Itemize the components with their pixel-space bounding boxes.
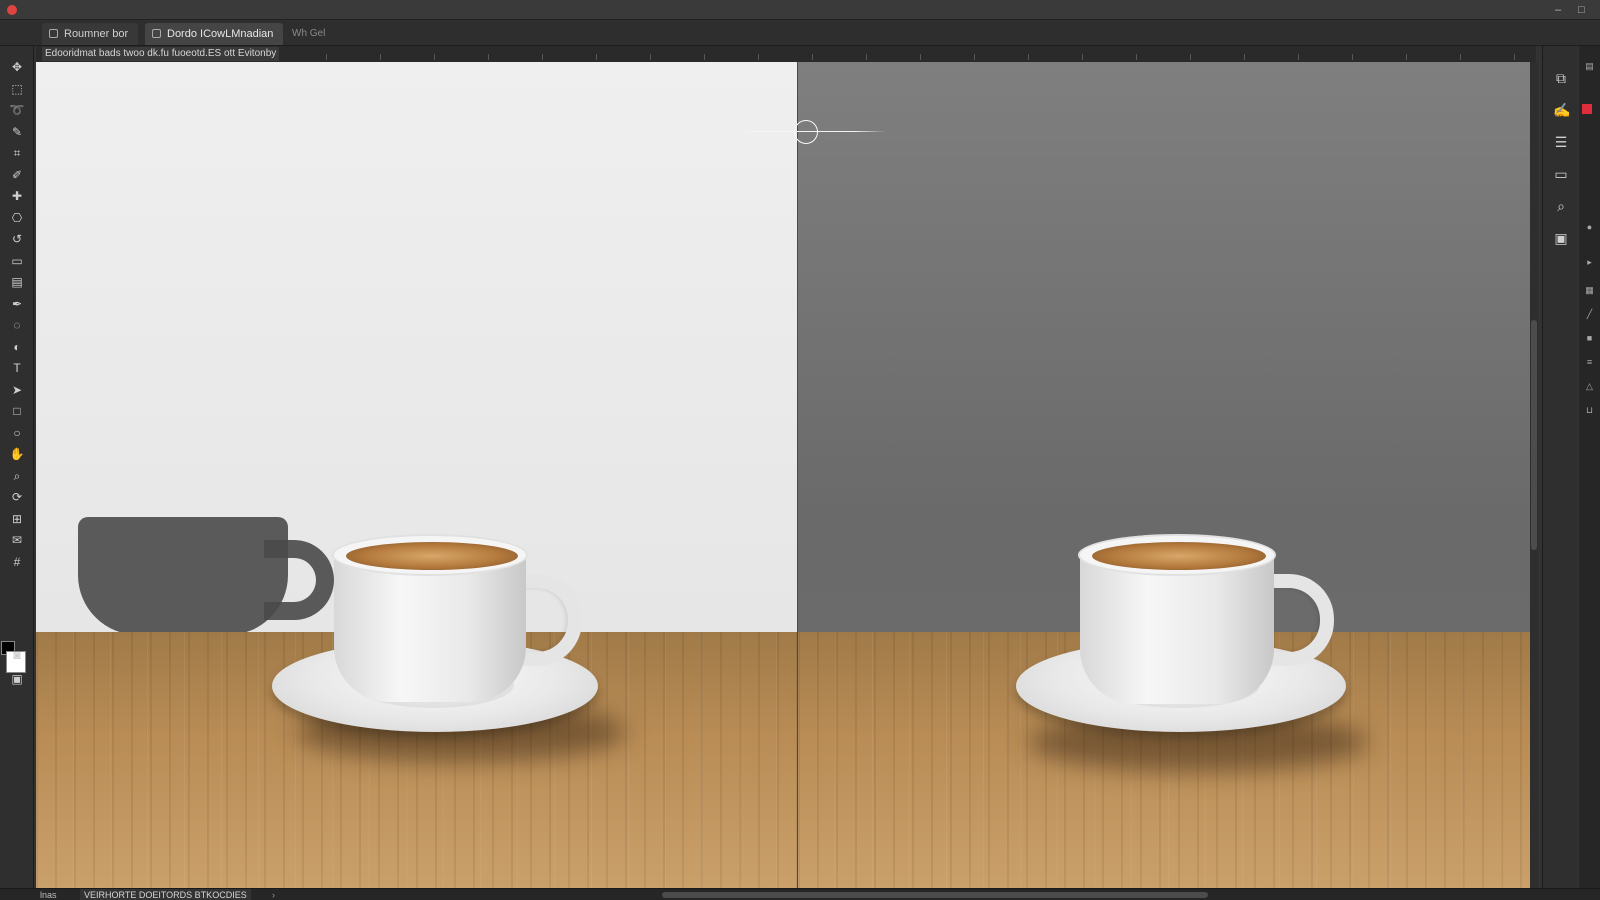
cup-wall-shadow	[78, 517, 288, 635]
close-window-button[interactable]	[7, 5, 17, 15]
shape-icon[interactable]: □	[9, 404, 25, 418]
rotate-icon[interactable]: ⟳	[9, 490, 25, 504]
lasso-icon[interactable]: ➰	[9, 103, 25, 117]
canvas-before-pane	[36, 62, 797, 888]
canvas-after-pane	[798, 62, 1530, 888]
color-swatch-icon[interactable]	[1582, 104, 1592, 114]
frame-icon[interactable]: ⊞	[9, 512, 25, 526]
layers-icon[interactable]: ⧉	[1553, 70, 1569, 86]
quick-mask-icon[interactable]: ◙	[9, 648, 25, 662]
ellipse-icon[interactable]: ○	[9, 426, 25, 440]
right-panel-dock: ⧉ ✍ ☰ ▭ ⌕ ▣	[1542, 46, 1578, 888]
history-brush-icon[interactable]: ↺	[9, 232, 25, 246]
horizontal-ruler	[326, 54, 1526, 60]
grid-icon[interactable]: ▦	[1583, 284, 1596, 296]
tools-panel: ✥ ⬚ ➰ ✎ ⌗ ✐ ✚ ⎔ ↺ ▭ ▤ ✒ ◌ ◐ T ➤ □ ○ ✋ ⌕ ⟳ ⊞ ✉ # ◙ ▣	[0, 46, 34, 888]
document-icon	[49, 29, 58, 38]
crosshair-cursor	[794, 120, 818, 144]
document-icon	[152, 29, 161, 38]
tab-extra-label[interactable]: Wh Gel	[292, 23, 325, 45]
pen-icon[interactable]: ╱	[1583, 308, 1596, 320]
adjustments-icon[interactable]: ▭	[1553, 166, 1569, 182]
vertical-scrollbar[interactable]	[1530, 62, 1538, 888]
note-icon[interactable]: ✉	[9, 533, 25, 547]
channels-icon[interactable]: ☰	[1553, 134, 1569, 150]
clone-stamp-icon[interactable]: ⎔	[9, 211, 25, 225]
photo-editor-window: – □ Roumner bor Dordo ICowLMnadian Wh Ge…	[0, 0, 1600, 900]
type-icon[interactable]: T	[9, 361, 25, 375]
layer-icon[interactable]: ■	[1583, 332, 1596, 344]
coffee-surface	[346, 542, 518, 570]
screen-mode-icon[interactable]: ▣	[9, 672, 25, 686]
options-info-bar: Edooridmat bads twoo dk.fu fuoeotd.ES ot…	[36, 46, 1536, 62]
tab-label: Roumner bor	[64, 28, 129, 40]
panel-expand-icon[interactable]: ▸	[1583, 256, 1596, 268]
minimize-button[interactable]: –	[1555, 3, 1561, 17]
document-status-label[interactable]: VEIRHORTE DOEITORDS BTKOCDIES	[80, 889, 251, 900]
brush-settings-icon[interactable]: ✍	[1553, 102, 1570, 118]
document-info-text: Edooridmat bads twoo dk.fu fuoeotd.ES ot…	[42, 47, 280, 61]
status-menu-arrow-icon[interactable]: ›	[272, 889, 275, 900]
document-canvas[interactable]	[36, 62, 1530, 888]
tab-document-2[interactable]: Dordo ICowLMnadian	[145, 23, 284, 45]
tab-label: Dordo ICowLMnadian	[167, 28, 274, 40]
pen-icon[interactable]: ✒	[9, 297, 25, 311]
blur-icon[interactable]: ◌	[9, 318, 25, 332]
panel-toggle-icon[interactable]: ▤	[1583, 60, 1596, 72]
hand-icon[interactable]: ✋	[9, 447, 25, 461]
maximize-button[interactable]: □	[1578, 3, 1585, 17]
zoom-level[interactable]: lnas	[40, 889, 57, 900]
path-select-icon[interactable]: ➤	[9, 383, 25, 397]
gradient-icon[interactable]: ▤	[9, 275, 25, 289]
move-icon[interactable]: ✥	[9, 60, 25, 74]
zoom-icon[interactable]: ⌕	[9, 469, 25, 483]
crop-icon[interactable]: ⌗	[9, 146, 25, 160]
tab-document-1[interactable]: Roumner bor	[42, 23, 139, 45]
align-icon[interactable]: ≡	[1583, 356, 1596, 368]
eyedropper-icon[interactable]: ✐	[9, 168, 25, 182]
title-bar: – □	[0, 0, 1600, 20]
panel-collapse-icon[interactable]: ●	[1583, 221, 1596, 233]
transform-icon[interactable]: △	[1583, 380, 1596, 392]
vertical-scroll-thumb[interactable]	[1531, 320, 1537, 550]
coffee-surface	[1092, 542, 1266, 570]
dodge-icon[interactable]: ◐	[9, 340, 25, 354]
eraser-icon[interactable]: ▭	[9, 254, 25, 268]
search-icon[interactable]: ⌕	[1553, 198, 1569, 214]
collapsed-panels-strip: ▤ ● ▸ ▦ ╱ ■ ≡ △ ⊔	[1579, 46, 1600, 888]
marquee-icon[interactable]: ⬚	[9, 82, 25, 96]
horizontal-scroll-thumb[interactable]	[662, 892, 1208, 898]
status-bar: lnas VEIRHORTE DOEITORDS BTKOCDIES ›	[0, 888, 1600, 900]
properties-icon[interactable]: ▣	[1553, 230, 1569, 246]
brush-icon[interactable]: ✎	[9, 125, 25, 139]
frame-icon[interactable]: ⊔	[1583, 404, 1596, 416]
count-icon[interactable]: #	[9, 555, 25, 569]
document-tab-bar: Roumner bor Dordo ICowLMnadian Wh Gel	[0, 20, 1600, 46]
healing-icon[interactable]: ✚	[9, 189, 25, 203]
